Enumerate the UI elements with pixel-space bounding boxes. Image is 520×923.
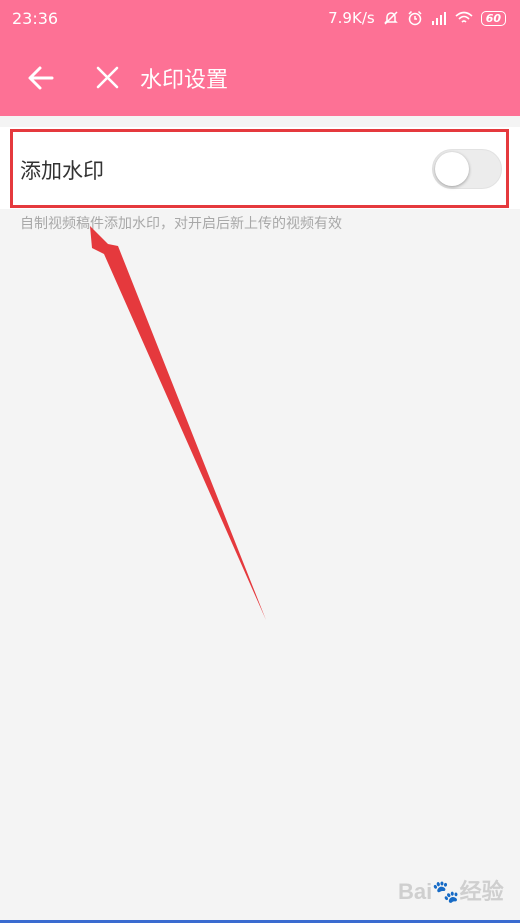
- battery-icon: 60: [480, 10, 506, 26]
- toggle-knob: [435, 152, 469, 186]
- status-bar: 23:36 7.9K/s 60: [0, 0, 520, 38]
- alarm-icon: [408, 10, 422, 26]
- wifi-icon: [455, 11, 473, 23]
- toolbar: 水印设置: [0, 38, 520, 116]
- watermark-description: 自制视频稿件添加水印，对开启后新上传的视频有效: [20, 216, 342, 232]
- signal-icon: [431, 12, 446, 25]
- watermark-setting-label: 添加水印: [20, 159, 104, 183]
- net-speed: 7.9K/s: [328, 9, 375, 27]
- close-icon: [96, 66, 119, 89]
- back-button[interactable]: [22, 58, 62, 98]
- watermark-toggle[interactable]: [432, 149, 502, 189]
- close-button[interactable]: [88, 58, 128, 98]
- status-time: 23:36: [12, 9, 59, 28]
- arrow-left-icon: [28, 66, 54, 90]
- app-bar: 23:36 7.9K/s 60 水印设置: [0, 0, 520, 116]
- baidu-watermark: Bai🐾经验: [398, 879, 504, 904]
- status-right: 7.9K/s 60: [328, 9, 506, 27]
- watermark-setting-row[interactable]: 添加水印: [0, 127, 520, 209]
- mute-bell-icon: [383, 11, 398, 25]
- page-title: 水印设置: [140, 68, 229, 93]
